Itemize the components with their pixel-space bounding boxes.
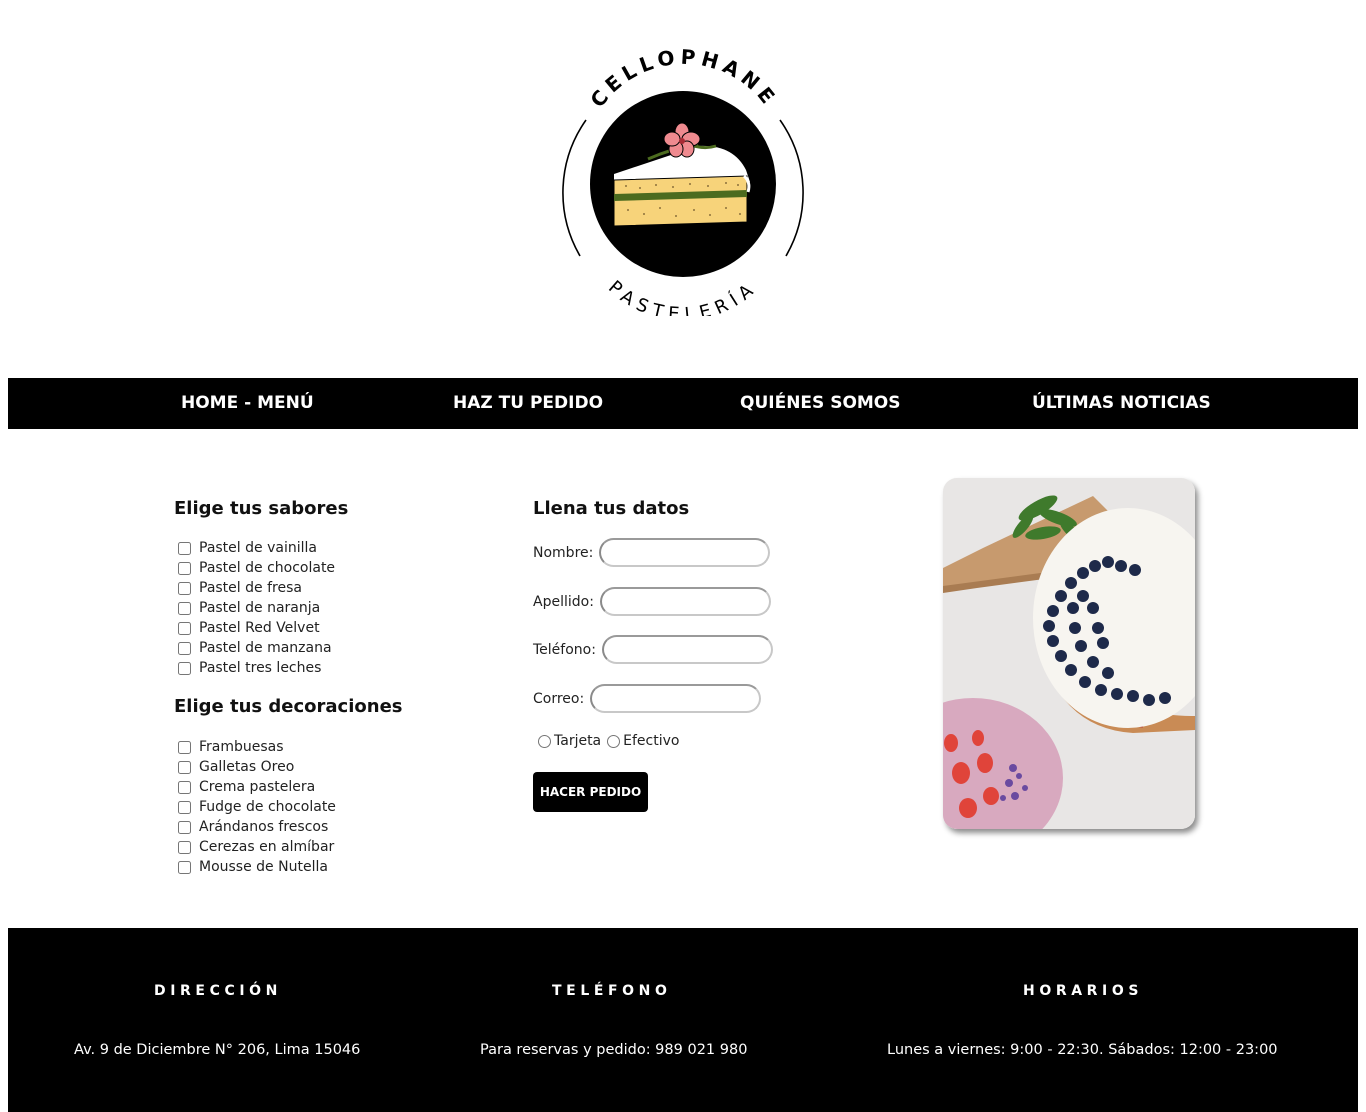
flavor-label: Pastel de manzana xyxy=(199,640,332,656)
name-label: Nombre: xyxy=(533,544,594,561)
flavor-checkbox[interactable] xyxy=(178,661,191,675)
decoration-label: Galletas Oreo xyxy=(199,759,295,775)
flavor-label: Pastel de naranja xyxy=(199,600,321,616)
decoration-option: Fudge de chocolate xyxy=(174,797,336,817)
nav-haz-tu-pedido[interactable]: HAZ TU PEDIDO xyxy=(453,378,603,429)
decoration-option: Crema pastelera xyxy=(174,777,336,797)
decoration-label: Mousse de Nutella xyxy=(199,859,328,875)
main-nav: HOME - MENÚ HAZ TU PEDIDO QUIÉNES SOMOS … xyxy=(8,378,1358,429)
flavor-checkbox[interactable] xyxy=(178,621,191,635)
footer-hours-heading: HORARIOS xyxy=(1023,983,1144,999)
cake-photo xyxy=(943,478,1195,829)
logo-bottom-text: PASTELERÍA xyxy=(604,277,756,316)
phone-field-row: Teléfono: xyxy=(533,635,773,664)
flavor-checkbox[interactable] xyxy=(178,641,191,655)
bakery-logo[interactable]: CELLOPHANE PASTELERÍA xyxy=(548,44,818,316)
decoration-checkbox[interactable] xyxy=(178,740,191,754)
decoration-option: Galletas Oreo xyxy=(174,757,336,777)
decoration-checkbox[interactable] xyxy=(178,780,191,794)
name-field-row: Nombre: xyxy=(533,538,771,567)
decoration-option: Cerezas en almíbar xyxy=(174,837,336,857)
footer-address-text: Av. 9 de Diciembre N° 206, Lima 15046 xyxy=(74,1042,361,1058)
decoration-label: Arándanos frescos xyxy=(199,819,329,835)
decoration-label: Frambuesas xyxy=(199,739,284,755)
decoration-checkbox[interactable] xyxy=(178,800,191,814)
flavor-option: Pastel de naranja xyxy=(174,598,335,618)
flavor-option: Pastel Red Velvet xyxy=(174,618,335,638)
flavor-option: Pastel de fresa xyxy=(174,578,335,598)
decoration-label: Crema pastelera xyxy=(199,779,316,795)
decoration-option: Frambuesas xyxy=(174,737,336,757)
email-field-row: Correo: xyxy=(533,684,762,713)
flavor-label: Pastel Red Velvet xyxy=(199,620,320,636)
decoration-checkbox[interactable] xyxy=(178,840,191,854)
flavor-option: Pastel tres leches xyxy=(174,658,335,678)
nav-home-menu[interactable]: HOME - MENÚ xyxy=(181,378,314,429)
decoration-option: Arándanos frescos xyxy=(174,817,336,837)
email-label: Correo: xyxy=(533,690,585,707)
decoration-checkbox[interactable] xyxy=(178,820,191,834)
svg-text:PASTELERÍA: PASTELERÍA xyxy=(604,277,762,316)
submit-order-button[interactable]: HACER PEDIDO xyxy=(533,772,648,812)
flavors-list: Pastel de vainilla Pastel de chocolate P… xyxy=(174,538,335,678)
footer-phone-heading: TELÉFONO xyxy=(552,983,672,999)
pay-cash-label: Efectivo xyxy=(623,733,680,749)
decoration-checkbox[interactable] xyxy=(178,760,191,774)
decorations-title: Elige tus decoraciones xyxy=(174,696,403,717)
decoration-label: Cerezas en almíbar xyxy=(199,839,335,855)
flavors-title: Elige tus sabores xyxy=(174,498,349,519)
site-header: CELLOPHANE PASTELERÍA xyxy=(0,0,1366,378)
flavor-checkbox[interactable] xyxy=(178,601,191,615)
name-input[interactable] xyxy=(599,538,771,567)
pay-card-label: Tarjeta xyxy=(554,733,602,749)
decoration-checkbox[interactable] xyxy=(178,860,191,874)
phone-label: Teléfono: xyxy=(533,641,596,658)
nav-quienes-somos[interactable]: QUIÉNES SOMOS xyxy=(740,378,901,429)
flavor-option: Pastel de chocolate xyxy=(174,558,335,578)
decoration-option: Mousse de Nutella xyxy=(174,857,336,877)
footer-phone-text: Para reservas y pedido: 989 021 980 xyxy=(480,1042,748,1058)
nav-ultimas-noticias[interactable]: ÚLTIMAS NOTICIAS xyxy=(1032,378,1211,429)
surname-input[interactable] xyxy=(599,587,771,616)
pay-cash-radio[interactable] xyxy=(607,734,621,748)
flavor-label: Pastel tres leches xyxy=(199,660,322,676)
phone-input[interactable] xyxy=(601,635,773,664)
flavor-option: Pastel de vainilla xyxy=(174,538,335,558)
payment-options: Tarjeta Efectivo xyxy=(537,733,684,749)
pay-card-radio[interactable] xyxy=(538,734,551,748)
flavor-checkbox[interactable] xyxy=(178,541,191,555)
footer-address-heading: DIRECCIÓN xyxy=(154,983,282,999)
site-footer: DIRECCIÓN Av. 9 de Diciembre N° 206, Lim… xyxy=(8,928,1358,1112)
email-input[interactable] xyxy=(590,684,762,713)
form-title: Llena tus datos xyxy=(533,498,690,519)
decorations-list: Frambuesas Galletas Oreo Crema pastelera… xyxy=(174,737,336,877)
decoration-label: Fudge de chocolate xyxy=(199,799,336,815)
flavor-option: Pastel de manzana xyxy=(174,638,335,658)
flavor-checkbox[interactable] xyxy=(178,561,191,575)
flavor-label: Pastel de chocolate xyxy=(199,560,336,576)
flavor-label: Pastel de vainilla xyxy=(199,540,317,556)
surname-label: Apellido: xyxy=(533,593,594,610)
surname-field-row: Apellido: xyxy=(533,587,771,616)
footer-hours-text: Lunes a viernes: 9:00 - 22:30. Sábados: … xyxy=(887,1042,1278,1058)
flavor-checkbox[interactable] xyxy=(178,581,191,595)
flavor-label: Pastel de fresa xyxy=(199,580,302,596)
